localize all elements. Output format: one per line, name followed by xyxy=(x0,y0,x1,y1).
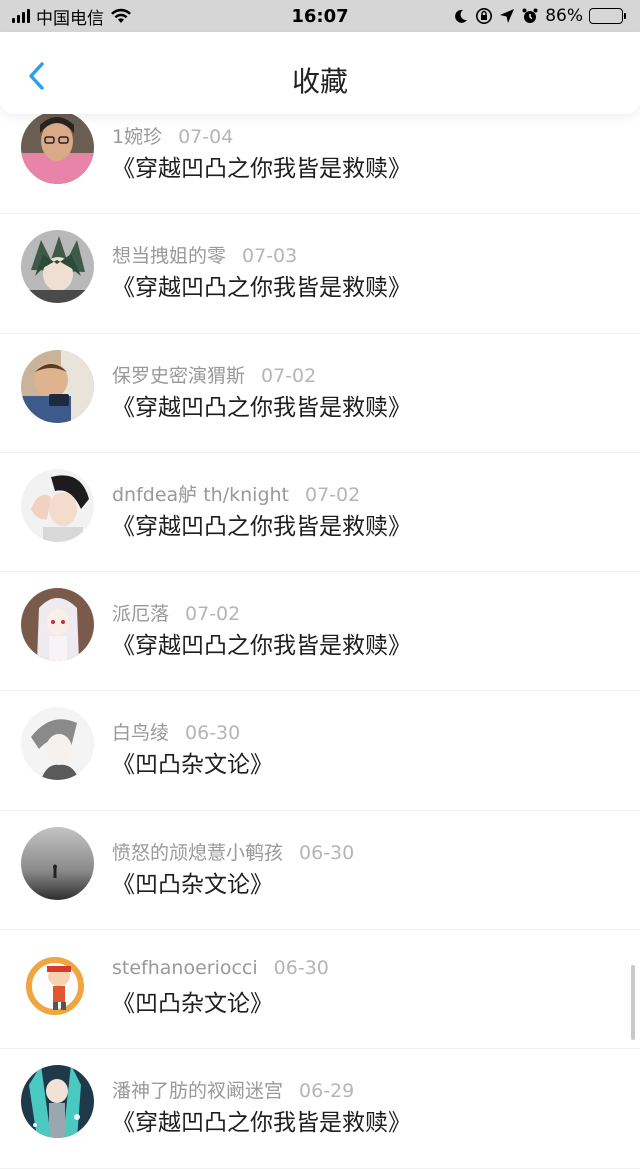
favorite-date: 06-30 xyxy=(273,957,329,980)
author-name[interactable]: stefhanoeriocci xyxy=(112,957,258,979)
signal-icon xyxy=(12,9,30,23)
item-meta: 愤怒的颃熄薏小鹌孩 06-30 xyxy=(112,838,354,865)
rotation-lock-icon xyxy=(476,8,493,24)
author-name[interactable]: 白鸟绫 xyxy=(112,722,169,744)
carrier-label: 中国电信 xyxy=(36,8,104,29)
author-name[interactable]: 派厄落 xyxy=(112,603,169,625)
list-item[interactable]: 潘神了肪的衩阚迷宫 06-29 《穿越凹凸之你我皆是救赎》 xyxy=(0,1049,640,1169)
article-title[interactable]: 《穿越凹凸之你我皆是救赎》 xyxy=(112,388,411,422)
article-title[interactable]: 《穿越凹凸之你我皆是救赎》 xyxy=(112,149,411,183)
article-title[interactable]: 《穿越凹凸之你我皆是救赎》 xyxy=(112,1103,411,1137)
author-name[interactable]: 潘神了肪的衩阚迷宫 xyxy=(112,1080,283,1102)
item-meta: stefhanoeriocci 06-30 xyxy=(112,957,329,979)
wifi-icon xyxy=(111,8,131,23)
favorites-list: 1婉珍 07-04 《穿越凹凸之你我皆是救赎》 想当拽姐的零 07-03 《穿越凹凸… xyxy=(0,95,640,1169)
article-title[interactable]: 《穿越凹凸之你我皆是救赎》 xyxy=(112,626,411,660)
item-meta: 潘神了肪的衩阚迷宫 06-29 xyxy=(112,1076,354,1103)
favorite-date: 07-02 xyxy=(261,364,317,387)
avatar[interactable] xyxy=(21,826,94,900)
moon-icon xyxy=(455,9,468,23)
nav-bar: 收藏 xyxy=(0,32,640,114)
favorite-date: 07-03 xyxy=(242,245,298,268)
list-item[interactable]: 想当拽姐的零 07-03 《穿越凹凸之你我皆是救赎》 xyxy=(0,214,640,334)
avatar[interactable] xyxy=(21,468,94,542)
article-title[interactable]: 《凹凸杂文论》 xyxy=(112,865,273,899)
scrollbar[interactable] xyxy=(631,965,635,1040)
favorite-date: 07-02 xyxy=(185,603,241,626)
avatar[interactable] xyxy=(21,111,94,184)
status-time: 16:07 xyxy=(291,5,349,27)
avatar[interactable] xyxy=(21,707,94,781)
avatar[interactable] xyxy=(21,946,94,1020)
avatar[interactable] xyxy=(21,349,94,423)
status-left: 中国电信 xyxy=(12,4,132,29)
article-title[interactable]: 《穿越凹凸之你我皆是救赎》 xyxy=(112,268,411,302)
article-title[interactable]: 《凹凸杂文论》 xyxy=(112,984,273,1018)
favorite-date: 06-29 xyxy=(299,1080,355,1103)
battery-percent: 86% xyxy=(545,6,583,26)
status-right: 86% xyxy=(453,6,626,26)
alarm-icon xyxy=(522,8,538,23)
item-meta: 保罗史密演猬斯 07-02 xyxy=(112,361,316,388)
item-meta: dnfdea舻 th/knight 07-02 xyxy=(112,480,360,507)
author-name[interactable]: dnfdea舻 th/knight xyxy=(112,484,289,506)
list-item[interactable]: 愤怒的颃熄薏小鹌孩 06-30 《凹凸杂文论》 xyxy=(0,811,640,931)
favorite-date: 07-02 xyxy=(305,483,361,506)
item-meta: 白鸟绫 06-30 xyxy=(112,718,240,745)
item-meta: 1婉珍 07-04 xyxy=(112,122,233,149)
list-item[interactable]: stefhanoeriocci 06-30 《凹凸杂文论》 xyxy=(0,930,640,1050)
favorite-date: 06-30 xyxy=(185,722,241,745)
article-title[interactable]: 《凹凸杂文论》 xyxy=(112,745,273,779)
avatar[interactable] xyxy=(21,588,94,662)
list-item[interactable]: 白鸟绫 06-30 《凹凸杂文论》 xyxy=(0,691,640,811)
status-bar: 中国电信 16:07 86% xyxy=(0,0,640,32)
avatar[interactable] xyxy=(21,1065,94,1139)
item-meta: 派厄落 07-02 xyxy=(112,599,240,626)
location-icon xyxy=(500,9,515,23)
battery-icon xyxy=(589,8,626,24)
list-item[interactable]: 派厄落 07-02 《穿越凹凸之你我皆是救赎》 xyxy=(0,572,640,692)
author-name[interactable]: 愤怒的颃熄薏小鹌孩 xyxy=(112,842,283,864)
article-title[interactable]: 《穿越凹凸之你我皆是救赎》 xyxy=(112,507,411,541)
author-name[interactable]: 1婉珍 xyxy=(112,126,162,148)
favorite-date: 07-04 xyxy=(178,126,234,148)
list-item[interactable]: dnfdea舻 th/knight 07-02 《穿越凹凸之你我皆是救赎》 xyxy=(0,453,640,573)
item-meta: 想当拽姐的零 07-03 xyxy=(112,241,297,268)
avatar[interactable] xyxy=(21,230,94,304)
author-name[interactable]: 想当拽姐的零 xyxy=(112,245,226,267)
list-item[interactable]: 保罗史密演猬斯 07-02 《穿越凹凸之你我皆是救赎》 xyxy=(0,334,640,453)
author-name[interactable]: 保罗史密演猬斯 xyxy=(112,365,245,387)
favorite-date: 06-30 xyxy=(299,841,355,864)
page-title: 收藏 xyxy=(291,65,348,98)
